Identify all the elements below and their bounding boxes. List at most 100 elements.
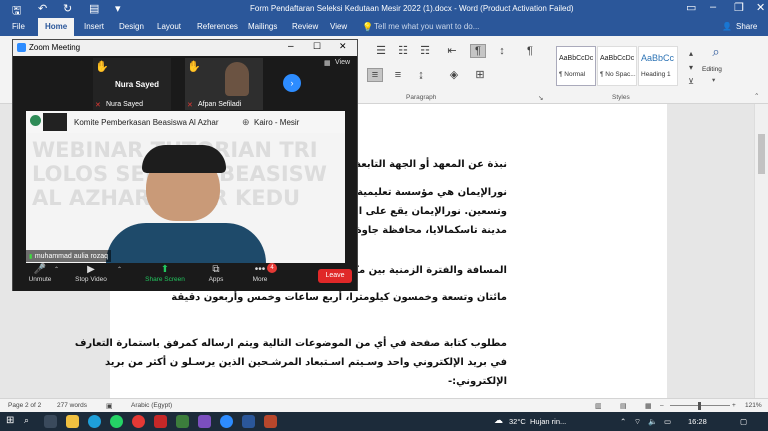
zoom-out-icon[interactable]: – bbox=[660, 402, 664, 409]
numbering-icon[interactable]: ☷ bbox=[395, 44, 411, 58]
zoom-close-icon[interactable]: ✕ bbox=[339, 41, 347, 52]
share-screen-button[interactable]: ⬆ Share Screen bbox=[140, 263, 190, 283]
multilevel-list-icon[interactable]: ☶ bbox=[417, 44, 433, 58]
tab-insert[interactable]: Insert bbox=[84, 22, 104, 31]
participant-tile[interactable]: ✋ ✕ Afpan Sefiladi bbox=[185, 58, 263, 110]
excel-icon[interactable] bbox=[176, 415, 189, 428]
find-icon[interactable]: ⌕ bbox=[708, 44, 724, 58]
zoom-maximize-icon[interactable]: ☐ bbox=[313, 41, 321, 52]
tab-references[interactable]: References bbox=[197, 22, 238, 31]
battery-icon[interactable]: ▭ bbox=[664, 417, 671, 426]
view-grid-icon[interactable]: ▦ bbox=[324, 59, 331, 67]
web-layout-icon[interactable]: ▦ bbox=[645, 402, 652, 410]
tab-mailings[interactable]: Mailings bbox=[248, 22, 277, 31]
undo-icon[interactable]: ↶ bbox=[38, 2, 47, 15]
tab-review[interactable]: Review bbox=[292, 22, 318, 31]
maximize-icon[interactable]: ❐ bbox=[734, 1, 744, 14]
speaker-hair bbox=[142, 145, 226, 173]
rtl-direction-icon[interactable]: ¶ bbox=[470, 44, 486, 58]
task-view-icon[interactable] bbox=[44, 415, 57, 428]
tell-me-search[interactable]: Tell me what you want to do... bbox=[374, 22, 479, 31]
next-page-icon[interactable]: › bbox=[283, 74, 301, 92]
weather-text[interactable]: Hujan rin... bbox=[530, 417, 566, 426]
share-button[interactable]: Share bbox=[736, 22, 757, 31]
language-status[interactable]: Arabic (Egypt) bbox=[131, 402, 172, 409]
start-icon[interactable]: ⊞ bbox=[6, 415, 14, 426]
read-mode-icon[interactable]: ▥ bbox=[595, 402, 602, 410]
apps-icon: ⧉ bbox=[212, 264, 220, 275]
edge-icon[interactable] bbox=[88, 415, 101, 428]
ribbon-display-icon[interactable]: ▭ bbox=[686, 1, 696, 14]
page-count[interactable]: Page 2 of 2 bbox=[8, 402, 41, 409]
show-marks-icon[interactable]: ¶ bbox=[522, 44, 538, 58]
share-icon[interactable]: 👤 bbox=[722, 22, 732, 31]
network-icon[interactable]: ⌔ bbox=[634, 417, 641, 427]
leave-button[interactable]: Leave bbox=[318, 269, 352, 283]
tab-design[interactable]: Design bbox=[119, 22, 144, 31]
participant-tile[interactable]: ✋ Nura Sayed ✕ Nura Sayed bbox=[93, 58, 171, 110]
zoom-minimize-icon[interactable]: – bbox=[288, 41, 294, 52]
align-right-icon[interactable]: ≡ bbox=[390, 68, 406, 82]
styles-scroll-down-icon[interactable]: ▾ bbox=[683, 60, 699, 74]
chrome-icon[interactable] bbox=[132, 415, 145, 428]
search-icon[interactable]: ⌕ bbox=[24, 415, 29, 426]
zoom-title-bar[interactable]: Zoom Meeting – ☐ ✕ bbox=[13, 40, 357, 56]
redo-icon[interactable]: ↻ bbox=[63, 2, 72, 15]
customize-toolbar-icon[interactable]: ▾ bbox=[115, 2, 121, 15]
borders-icon[interactable]: ⊞ bbox=[472, 68, 488, 82]
zoom-level[interactable]: 121% bbox=[745, 402, 762, 409]
show-hidden-icons-icon[interactable]: ⌃ bbox=[620, 417, 626, 426]
styles-group-label: Styles bbox=[612, 94, 630, 101]
paragraph-launcher-icon[interactable]: ↘ bbox=[538, 94, 543, 102]
word-count[interactable]: 277 words bbox=[57, 402, 87, 409]
weather-icon[interactable]: ☁ bbox=[494, 415, 503, 426]
view-button[interactable]: View bbox=[335, 59, 350, 66]
sort-icon[interactable]: ↕ bbox=[494, 44, 510, 58]
tab-layout[interactable]: Layout bbox=[157, 22, 181, 31]
editing-dropdown-icon[interactable]: ▾ bbox=[712, 76, 715, 84]
decrease-indent-icon[interactable]: ⇤ bbox=[444, 44, 460, 58]
powerpoint-icon[interactable] bbox=[264, 415, 277, 428]
word-taskbar-icon[interactable] bbox=[242, 415, 255, 428]
weather-temp[interactable]: 32°C bbox=[509, 417, 526, 426]
video-options-icon[interactable]: ⌃ bbox=[117, 266, 122, 273]
tab-home[interactable]: Home bbox=[38, 18, 75, 36]
tab-view[interactable]: View bbox=[330, 22, 347, 31]
vertical-scrollbar[interactable] bbox=[754, 104, 768, 398]
file-explorer-icon[interactable] bbox=[66, 415, 79, 428]
style-no-spacing[interactable]: AaBbCcDc ¶ No Spac... bbox=[597, 46, 637, 86]
print-layout-icon[interactable]: ▤ bbox=[620, 402, 627, 410]
collapse-ribbon-icon[interactable]: ⌃ bbox=[754, 92, 759, 100]
tab-file[interactable]: File bbox=[12, 22, 25, 31]
line-spacing-icon[interactable]: ↨ bbox=[413, 68, 429, 82]
proofing-icon[interactable]: ▣ bbox=[106, 402, 113, 410]
stop-video-button[interactable]: ▶ Stop Video bbox=[66, 263, 116, 283]
app-icon[interactable] bbox=[198, 415, 211, 428]
styles-scroll-up-icon[interactable]: ▴ bbox=[683, 46, 699, 60]
editing-button[interactable]: Editing bbox=[702, 66, 722, 73]
more-button[interactable]: ••• More bbox=[235, 263, 285, 283]
volume-icon[interactable]: 🔈 bbox=[648, 417, 657, 426]
whatsapp-icon[interactable] bbox=[110, 415, 123, 428]
clock[interactable]: 16:28 bbox=[688, 417, 707, 426]
zoom-in-icon[interactable]: + bbox=[732, 402, 736, 409]
close-icon[interactable]: ✕ bbox=[756, 1, 765, 14]
style-heading-1[interactable]: AaBbCc Heading 1 bbox=[638, 46, 678, 86]
audio-options-icon[interactable]: ⌃ bbox=[54, 266, 59, 273]
active-speaker-video[interactable]: Komite Pemberkasan Beasiswa Al Azhar ⊕ K… bbox=[26, 111, 345, 263]
bullets-icon[interactable]: ☰ bbox=[373, 44, 389, 58]
shading-icon[interactable]: ◈ bbox=[446, 68, 462, 82]
print-preview-icon[interactable]: ▤ bbox=[89, 2, 99, 15]
zoom-window[interactable]: Zoom Meeting – ☐ ✕ ✋ Nura Sayed ✕ Nura S… bbox=[12, 39, 358, 291]
notification-icon[interactable]: ▢ bbox=[740, 417, 747, 426]
align-center-icon[interactable]: ≡ bbox=[367, 68, 383, 82]
zoom-taskbar-icon[interactable] bbox=[220, 415, 233, 428]
scrollbar-thumb[interactable] bbox=[758, 134, 765, 174]
style-normal[interactable]: AaBbCcDc ¶ Normal bbox=[556, 46, 596, 86]
zoom-slider-handle[interactable] bbox=[698, 402, 701, 410]
styles-more-icon[interactable]: ⊻ bbox=[683, 74, 699, 88]
apps-button[interactable]: ⧉ Apps bbox=[191, 263, 241, 283]
window-title: Form Pendaftaran Seleksi Kedutaan Mesir … bbox=[250, 4, 574, 13]
pdf-icon[interactable] bbox=[154, 415, 167, 428]
minimize-icon[interactable]: – bbox=[710, 1, 716, 13]
